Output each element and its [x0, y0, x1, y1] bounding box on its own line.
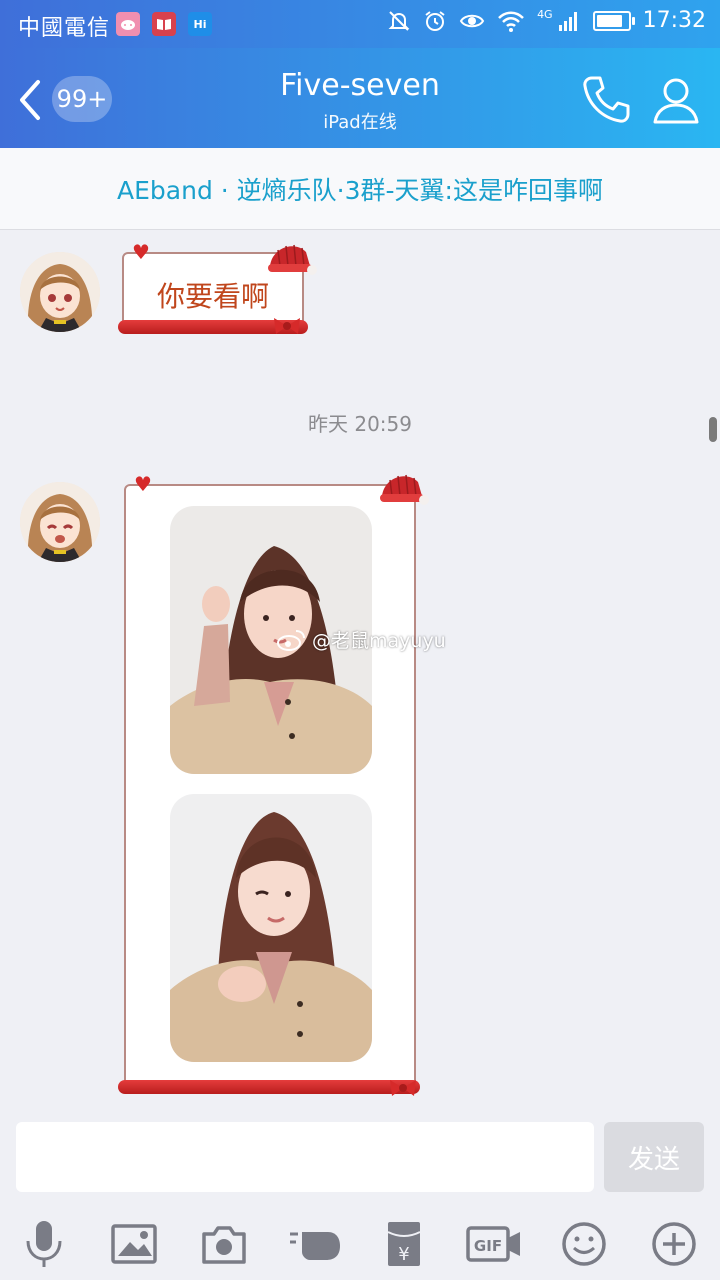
network-type-label: 4G — [537, 8, 553, 21]
poke-button[interactable] — [284, 1214, 344, 1274]
gif-label: GIF — [474, 1237, 502, 1255]
gif-button[interactable]: GIF — [464, 1214, 524, 1274]
wifi-icon — [498, 11, 524, 32]
portrait-photo — [170, 794, 372, 1062]
banner-text: AEband · 逆熵乐队·3群-天翼:这是咋回事啊 — [117, 175, 603, 205]
emoji-button[interactable] — [554, 1214, 614, 1274]
send-button[interactable]: 发送 — [604, 1122, 704, 1192]
image-button[interactable] — [104, 1214, 164, 1274]
scrollbar[interactable] — [709, 417, 717, 442]
anime-avatar-image — [20, 252, 100, 332]
heart-icon: ♥ — [134, 472, 152, 496]
input-toolbar: ¥ GIF — [0, 1208, 720, 1280]
heart-icon: ♥ — [132, 240, 150, 264]
camera-button[interactable] — [194, 1214, 254, 1274]
emoji-icon — [562, 1222, 606, 1266]
ribbon-bow-icon — [390, 1080, 416, 1096]
group-message-banner[interactable]: AEband · 逆熵乐队·3群-天翼:这是咋回事啊 — [0, 148, 720, 230]
signal-icon — [558, 11, 577, 31]
pig-app-icon — [116, 12, 140, 36]
poke-icon — [290, 1232, 340, 1260]
call-button[interactable] — [578, 72, 634, 128]
anime-avatar-image — [20, 482, 100, 562]
mute-icon — [388, 10, 410, 31]
mic-icon — [26, 1221, 62, 1267]
message-timestamp: 昨天 20:59 — [308, 412, 412, 436]
red-packet-button[interactable]: ¥ — [374, 1214, 434, 1274]
profile-button[interactable] — [648, 72, 704, 128]
plus-icon — [652, 1222, 696, 1266]
camera-icon — [202, 1226, 246, 1264]
santa-hat-icon — [380, 474, 429, 505]
battery-fill — [596, 14, 623, 27]
carrier-label: 中國電信 — [18, 16, 111, 41]
book-app-icon — [152, 12, 176, 36]
frame-ribbon — [118, 1080, 420, 1094]
eye-icon — [459, 14, 485, 27]
voice-button[interactable] — [14, 1214, 74, 1274]
gif-icon: GIF — [466, 1226, 520, 1262]
weibo-watermark: @老鼠mayuyu — [276, 626, 446, 653]
photo-2[interactable] — [170, 794, 372, 1062]
status-bar: 中國電信 Hi 4G 17:32 — [0, 0, 720, 48]
notification-icons: Hi — [116, 12, 212, 36]
hi-app-icon: Hi — [188, 12, 212, 36]
weibo-icon — [277, 629, 305, 651]
message-input[interactable] — [16, 1122, 594, 1192]
battery-icon — [592, 10, 635, 31]
clock: 17:32 — [642, 8, 706, 33]
message-text[interactable]: 你要看啊 — [128, 260, 298, 330]
yen-symbol: ¥ — [398, 1244, 409, 1265]
chat-header: 99+ Five-seven iPad在线 — [0, 48, 720, 148]
red-packet-icon: ¥ — [387, 1222, 421, 1266]
more-button[interactable] — [644, 1214, 704, 1274]
avatar[interactable] — [20, 252, 100, 332]
system-status-icons: 4G 17:32 — [387, 8, 706, 33]
phone-icon — [583, 76, 630, 123]
watermark-text: @老鼠mayuyu — [312, 630, 446, 652]
avatar[interactable] — [20, 482, 100, 562]
alarm-icon — [425, 10, 445, 31]
person-icon — [653, 78, 699, 124]
image-icon — [111, 1224, 157, 1264]
